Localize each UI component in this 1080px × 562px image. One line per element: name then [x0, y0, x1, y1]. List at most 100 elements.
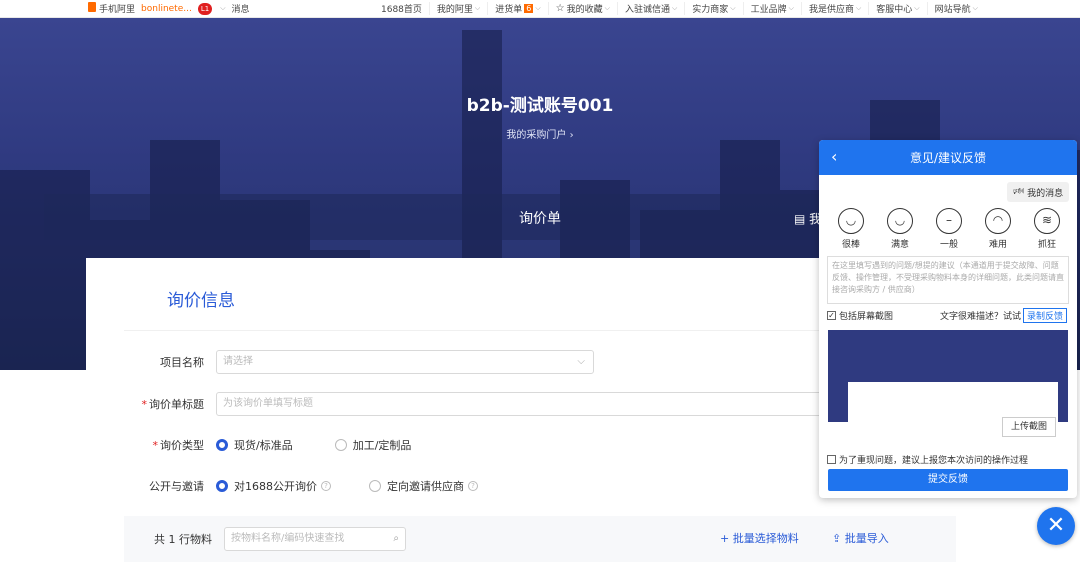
rating-faces: ◡ 很棒 ◡ 满意 – 一般 ◠ 难用 ≋ 抓狂	[827, 208, 1071, 250]
top-bar-nav: 1688首页 我的阿里 ⌵ 进货单 6 ⌵ ☆ 我的收藏 ⌵ 入驻诚信通 ⌵ 实力商家 ⌵ 工…	[374, 2, 985, 15]
rating-satisfied[interactable]: ◡ 满意	[876, 208, 924, 250]
star-icon: ☆	[555, 3, 565, 14]
feedback-panel: ‹ 意见/建议反馈 🕬 我的消息 ◡ 很棒 ◡ 满意 – 一般 ◠ 难用 ≋ 抓狂 在这里…	[819, 140, 1077, 498]
screenshot-preview-card	[848, 382, 1058, 422]
radio-checked-icon	[216, 480, 228, 492]
rating-satisfied-label: 满意	[890, 240, 909, 250]
rating-hard-label: 难用	[988, 240, 1007, 250]
phone-icon	[88, 2, 96, 12]
upload-screenshot-button[interactable]: 上传截图	[1002, 417, 1056, 437]
radio-unchecked-icon	[369, 480, 381, 492]
chevron-down-icon: ⌵	[972, 4, 978, 12]
project-select[interactable]: 请选择 ⌵	[216, 350, 594, 374]
chevron-down-icon: ⌵	[577, 356, 585, 367]
chevron-down-icon: ⌵	[474, 4, 481, 12]
nav-favorites[interactable]: ☆ 我的收藏 ⌵	[549, 2, 618, 15]
rating-average[interactable]: – 一般	[925, 208, 973, 250]
type-standard-radio[interactable]: 现货/标准品	[216, 437, 293, 453]
nav-service[interactable]: 客服中心 ⌵	[869, 2, 928, 15]
type-custom-label: 加工/定制品	[352, 439, 412, 452]
nav-my-alibaba-label: 我的阿里	[436, 5, 473, 15]
batch-import-label: 批量导入	[844, 532, 889, 545]
feedback-textarea[interactable]: 在这里填写遇到的问题/想提的建议（本通道用于提交故障、问题反馈、操作管理，不受理…	[827, 256, 1069, 304]
project-label: 项目名称	[160, 356, 204, 369]
nav-join-label: 入驻诚信通	[624, 5, 670, 15]
help-icon[interactable]: ?	[321, 481, 331, 491]
screenshot-preview	[828, 330, 1068, 422]
record-feedback-button[interactable]: 录制反馈	[1023, 308, 1068, 323]
nav-home-label: 1688首页	[381, 5, 422, 15]
report-ops-checkbox[interactable]: 为了重现问题，建议上报您本次访问的操作过程	[827, 453, 1028, 466]
nav-my-alibaba[interactable]: 我的阿里 ⌵	[430, 2, 489, 15]
angry-face-icon: ≋	[1034, 208, 1060, 234]
type-standard-label: 现货/标准品	[234, 439, 293, 452]
checkbox-checked-icon: ✓	[827, 311, 836, 320]
top-navigation-bar: 手机阿里 bonlinete... L1 ⌵ 消息 1688首页 我的阿里 ⌵ 进…	[0, 0, 1080, 18]
visibility-label: 公开与邀请	[149, 480, 204, 493]
project-placeholder: 请选择	[223, 356, 253, 367]
mobile-link[interactable]: 手机阿里	[88, 2, 135, 15]
chevron-down-icon: ⌵	[855, 4, 862, 12]
rating-hard[interactable]: ◠ 难用	[974, 208, 1022, 250]
close-icon[interactable]: ✕	[1037, 507, 1075, 545]
materials-toolbar: 共 1 行物料 按物料名称/编码快速查找 ⌕ + 批量选择物料 ⇪ 批量导入	[124, 516, 956, 562]
rating-great-label: 很棒	[841, 240, 860, 250]
document-icon: ▤	[794, 212, 806, 226]
type-custom-radio[interactable]: 加工/定制品	[334, 437, 412, 453]
nav-supplier[interactable]: 我是供应商 ⌵	[802, 2, 870, 15]
type-label: 询价类型	[160, 439, 204, 452]
speaker-icon: 🕬	[1012, 187, 1025, 197]
submit-feedback-button[interactable]: 提交反馈	[828, 469, 1068, 491]
subject-label-wrap: * 询价单标题	[124, 396, 216, 412]
chevron-down-icon[interactable]: ⌵	[220, 4, 225, 13]
messages-link[interactable]: 消息	[232, 2, 250, 15]
account-title: b2b-测试账号001	[466, 96, 614, 116]
my-messages-button[interactable]: 🕬 我的消息	[1007, 182, 1069, 202]
smile-face-icon: ◡	[887, 208, 913, 234]
portal-link[interactable]: 我的采购门户 ›	[0, 126, 1080, 141]
user-name-link[interactable]: bonlinete...	[141, 4, 192, 14]
form-title: 询价信息	[167, 291, 235, 311]
rating-crazy[interactable]: ≋ 抓狂	[1023, 208, 1071, 250]
materials-search-placeholder: 按物料名称/编码快速查找	[231, 533, 345, 544]
public-inquiry-label: 对1688公开询价	[234, 480, 317, 493]
record-hint: 文字很难描述？试试	[940, 312, 1022, 322]
chevron-down-icon: ⌵	[730, 4, 736, 12]
batch-select-button[interactable]: + 批量选择物料	[720, 530, 799, 546]
happy-face-icon: ◡	[838, 208, 864, 234]
feedback-title: 意见/建议反馈	[909, 151, 987, 165]
public-inquiry-radio[interactable]: 对1688公开询价?	[216, 478, 331, 494]
required-mark: *	[141, 398, 148, 411]
level-badge: L1	[197, 2, 213, 15]
rating-great[interactable]: ◡ 很棒	[827, 208, 875, 250]
nav-industrial-brand[interactable]: 工业品牌 ⌵	[744, 2, 802, 15]
nav-join[interactable]: 入驻诚信通 ⌵	[618, 2, 686, 15]
nav-site-map[interactable]: 网站导航 ⌵	[928, 2, 985, 15]
invite-supplier-label: 定向邀请供应商	[387, 480, 464, 493]
nav-cart[interactable]: 进货单 6 ⌵	[488, 2, 549, 15]
neutral-face-icon: –	[936, 208, 962, 234]
nav-supplier-label: 我是供应商	[808, 5, 854, 15]
feedback-header: ‹ 意见/建议反馈	[819, 140, 1077, 175]
nav-power-merchant-label: 实力商家	[692, 5, 729, 15]
invite-supplier-radio[interactable]: 定向邀请供应商?	[369, 478, 478, 494]
subject-input[interactable]: 为该询价单填写标题	[216, 392, 836, 416]
nav-power-merchant[interactable]: 实力商家 ⌵	[685, 2, 744, 15]
include-screenshot-label: 包括屏幕截图	[839, 312, 894, 322]
chevron-down-icon: ⌵	[671, 4, 678, 12]
report-ops-label: 为了重现问题，建议上报您本次访问的操作过程	[839, 456, 1029, 466]
help-icon[interactable]: ?	[468, 481, 478, 491]
nav-home[interactable]: 1688首页	[374, 2, 430, 15]
type-label-wrap: * 询价类型	[124, 437, 216, 453]
section-right-link[interactable]: ▤ 我	[794, 210, 821, 227]
chevron-down-icon: ⌵	[535, 4, 541, 12]
chevron-down-icon: ⌵	[914, 4, 920, 12]
batch-import-button[interactable]: ⇪ 批量导入	[832, 530, 889, 546]
upload-icon: ⇪	[832, 532, 842, 545]
nav-cart-label: 进货单	[495, 5, 523, 15]
materials-search-input[interactable]: 按物料名称/编码快速查找 ⌕	[224, 527, 406, 551]
radio-unchecked-icon	[334, 439, 347, 451]
include-screenshot-checkbox[interactable]: ✓ 包括屏幕截图	[827, 309, 893, 322]
checkbox-unchecked-icon	[827, 455, 836, 464]
chevron-down-icon: ⌵	[788, 4, 794, 12]
